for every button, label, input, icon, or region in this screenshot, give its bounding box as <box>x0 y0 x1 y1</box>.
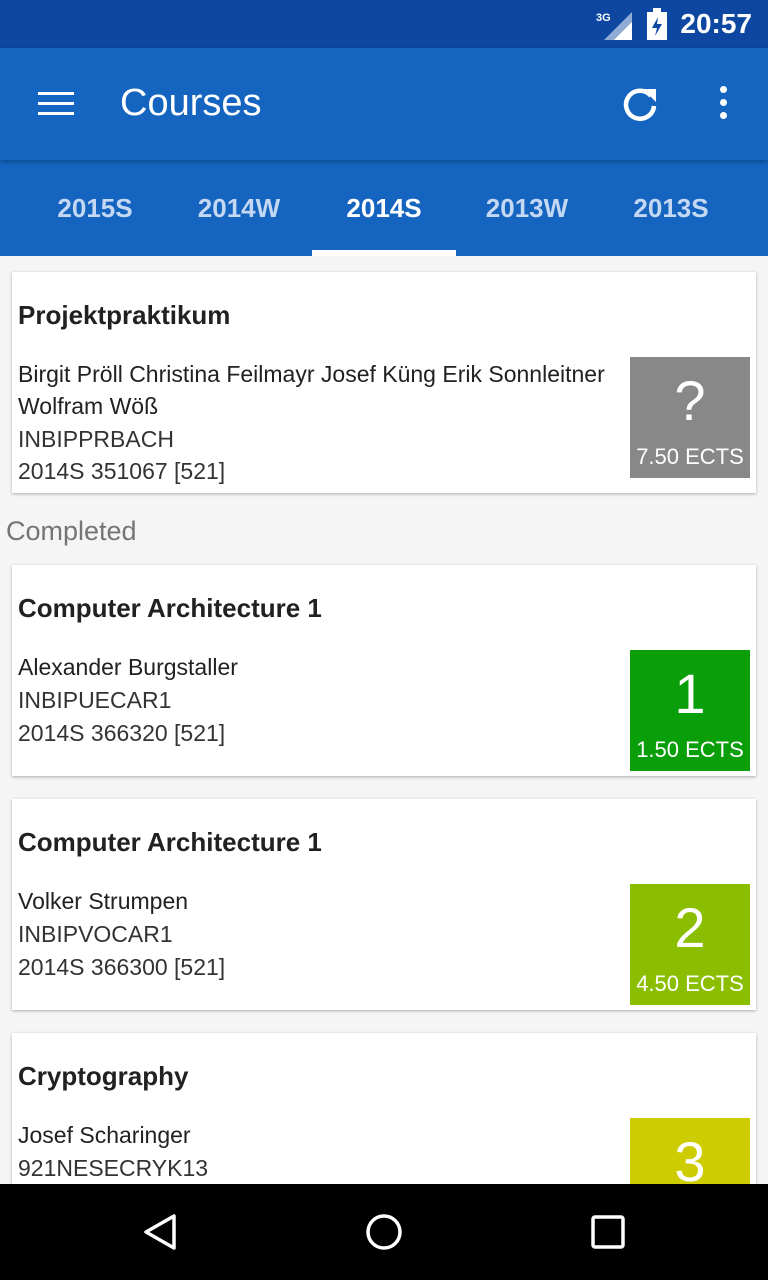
course-lecturers: Birgit Pröll Christina Feilmayr Josef Kü… <box>18 361 605 387</box>
grade-badge: ? 7.50 ECTS <box>630 357 750 478</box>
grade-badge: 1 1.50 ECTS <box>630 650 750 771</box>
course-term: 2014S 366300 [521] <box>18 954 226 980</box>
grade-ects: 7.50 ECTS <box>636 444 744 469</box>
course-lecturers-cont: Wolfram Wöß <box>18 393 159 419</box>
grade-badge: 2 4.50 ECTS <box>630 884 750 1005</box>
course-code: INBIPPRBACH <box>18 426 174 452</box>
app-bar: Courses <box>0 48 768 160</box>
course-list[interactable]: Projektpraktikum Birgit Pröll Christina … <box>0 256 768 1184</box>
grade-ects: 1.50 ECTS <box>636 737 744 762</box>
course-card[interactable]: Projektpraktikum Birgit Pröll Christina … <box>12 272 756 493</box>
course-title: Computer Architecture 1 <box>18 827 322 857</box>
course-title: Projektpraktikum <box>18 300 231 330</box>
battery-icon <box>647 8 667 40</box>
status-bar: 3G 20:57 <box>0 0 768 48</box>
course-code: INBIPVOCAR1 <box>18 921 173 947</box>
more-vert-icon[interactable] <box>716 86 730 124</box>
course-title: Computer Architecture 1 <box>18 593 322 623</box>
grade-value: 3 <box>674 1130 706 1185</box>
course-term: 2014S 366320 [521] <box>18 720 226 746</box>
term-tabs: 2015S 2014W 2014S 2013W 2013S <box>0 160 768 256</box>
status-time: 20:57 <box>680 8 752 39</box>
tab-2015s[interactable]: 2015S <box>23 160 167 256</box>
recents-square-icon[interactable] <box>588 1212 628 1252</box>
back-triangle-icon[interactable] <box>140 1212 180 1252</box>
course-card[interactable]: Cryptography Josef Scharinger 921NESECRY… <box>12 1033 756 1184</box>
grade-value: 2 <box>674 896 706 959</box>
course-title: Cryptography <box>18 1061 189 1091</box>
course-card[interactable]: Computer Architecture 1 Alexander Burgst… <box>12 565 756 776</box>
menu-icon[interactable] <box>38 92 74 116</box>
course-card[interactable]: Computer Architecture 1 Volker Strumpen … <box>12 799 756 1010</box>
network-type: 3G <box>596 12 611 24</box>
tab-2013w[interactable]: 2013W <box>455 160 599 256</box>
course-lecturers: Alexander Burgstaller <box>18 654 238 680</box>
course-lecturers: Volker Strumpen <box>18 888 189 914</box>
course-lecturers: Josef Scharinger <box>18 1122 191 1148</box>
section-completed: Completed <box>6 516 137 546</box>
course-code: INBIPUECAR1 <box>18 687 172 713</box>
system-nav-bar <box>0 1184 768 1280</box>
course-term: 2014S 351067 [521] <box>18 458 226 484</box>
signal-icon: 3G <box>596 12 632 40</box>
grade-badge: 3 <box>630 1118 750 1184</box>
refresh-icon[interactable] <box>620 84 660 124</box>
home-circle-icon[interactable] <box>364 1212 404 1252</box>
tab-2014s[interactable]: 2014S <box>312 160 456 256</box>
grade-value: ? <box>674 369 706 432</box>
grade-ects: 4.50 ECTS <box>636 971 744 996</box>
grade-value: 1 <box>674 662 706 725</box>
page-title: Courses <box>120 82 262 124</box>
tab-2014w[interactable]: 2014W <box>167 160 311 256</box>
course-code: 921NESECRYK13 <box>18 1155 209 1181</box>
tab-2013s[interactable]: 2013S <box>599 160 743 256</box>
